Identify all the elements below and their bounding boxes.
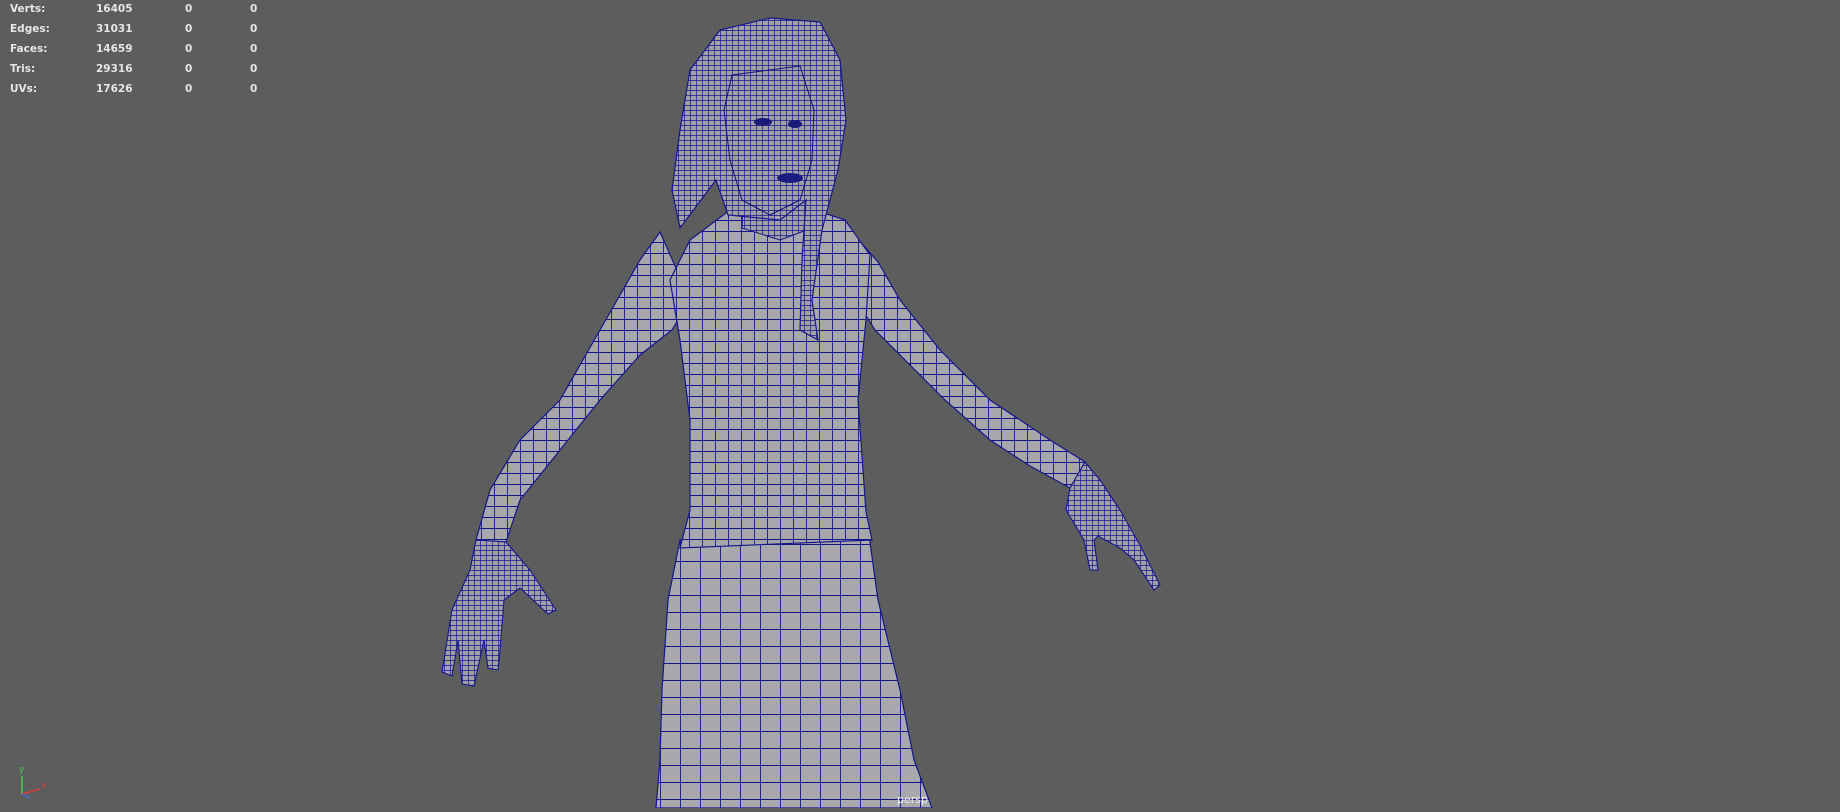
eye-left [754, 118, 772, 126]
left-hand-mesh [441, 539, 557, 687]
right-hand-mesh [1065, 461, 1161, 591]
x-axis-label: x [41, 781, 47, 791]
hud-row-tris: Tris: 29316 0 0 [10, 62, 280, 82]
hud-row-uvs: UVs: 17626 0 0 [10, 82, 280, 102]
character-mesh[interactable] [441, 17, 1161, 809]
torso-mesh [669, 204, 873, 549]
camera-name-label: persp [897, 793, 928, 806]
hud-row-verts: Verts: 16405 0 0 [10, 2, 280, 22]
hud-row-edges: Edges: 31031 0 0 [10, 22, 280, 42]
hud-selected: 0 [185, 23, 193, 35]
axis-gizmo-icon: y x [10, 760, 50, 800]
x-axis-line [21, 788, 41, 795]
right-arm-mesh [849, 228, 1086, 489]
poly-count-hud: Verts: 16405 0 0 Edges: 31031 0 0 Faces:… [10, 2, 280, 102]
hud-total: 14659 [96, 43, 133, 55]
y-axis-label: y [19, 765, 25, 775]
hud-total: 16405 [96, 3, 133, 15]
hud-row-faces: Faces: 14659 0 0 [10, 42, 280, 62]
hud-label: Faces: [10, 43, 48, 55]
hud-total: 29316 [96, 63, 133, 75]
hud-selected: 0 [185, 43, 193, 55]
left-arm-mesh [475, 230, 691, 543]
hud-label: Edges: [10, 23, 50, 35]
z-axis-line [21, 793, 31, 799]
hud-total: 17626 [96, 83, 133, 95]
mouth [777, 173, 803, 183]
perspective-viewport[interactable] [0, 0, 1840, 809]
skirt-mesh [655, 527, 933, 809]
hud-component: 0 [250, 23, 258, 35]
hud-component: 0 [250, 3, 258, 15]
hud-label: Verts: [10, 3, 46, 15]
hud-component: 0 [250, 63, 258, 75]
hud-selected: 0 [185, 3, 193, 15]
hud-total: 31031 [96, 23, 133, 35]
hud-component: 0 [250, 83, 258, 95]
hud-label: UVs: [10, 83, 38, 95]
hud-selected: 0 [185, 83, 193, 95]
eye-right [788, 120, 802, 128]
hud-component: 0 [250, 43, 258, 55]
mesh-canvas[interactable] [0, 0, 1840, 809]
hud-label: Tris: [10, 63, 36, 75]
hud-selected: 0 [185, 63, 193, 75]
